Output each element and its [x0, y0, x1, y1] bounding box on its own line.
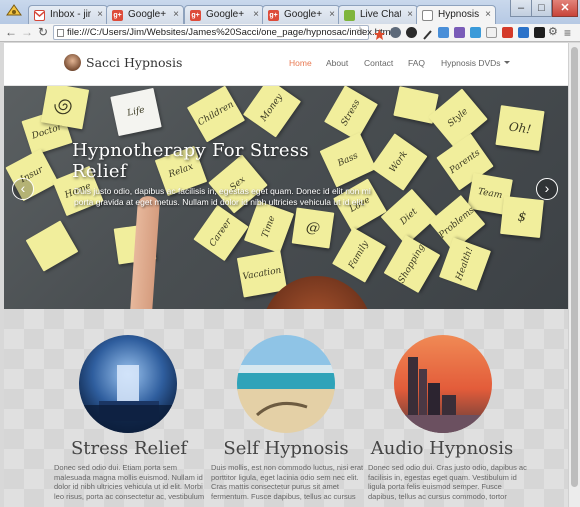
nav-about[interactable]: About — [326, 58, 348, 68]
dropper-extension-icon[interactable] — [422, 27, 433, 40]
sticky-note-blank — [25, 220, 79, 272]
reload-icon[interactable]: ↻ — [36, 25, 50, 40]
star-extension-icon[interactable] — [374, 27, 385, 40]
close-icon[interactable]: × — [253, 9, 259, 20]
nav-home[interactable]: Home — [289, 58, 312, 68]
puzzle-extension-icon[interactable] — [454, 27, 465, 38]
waterfall-image — [79, 335, 177, 433]
url-text: file:///C:/Users/Jim/Websites/James%20Sa… — [67, 27, 393, 38]
page-icon — [422, 10, 433, 21]
sticky-note: @ — [291, 207, 335, 249]
avatar[interactable] — [64, 54, 81, 71]
browser-tabstrip: Inbox - jim.sacc × g+ Google+ × g+ Googl… — [0, 0, 580, 24]
city-sunset-image — [394, 335, 492, 433]
carousel-prev-button[interactable]: ‹ — [12, 178, 34, 200]
red-extension-icon[interactable] — [502, 27, 513, 38]
window-minimize-button[interactable]: – — [510, 0, 532, 17]
forward-arrow-icon[interactable]: → — [20, 25, 34, 40]
scrollbar-thumb[interactable] — [571, 47, 578, 487]
sticky-note-spiral — [40, 86, 90, 130]
hero-carousel: Doctor Life Insur Children Money Stress … — [4, 86, 568, 309]
address-bar[interactable]: file:///C:/Users/Jim/Websites/James%20Sa… — [53, 25, 393, 40]
google-plus-icon: g+ — [268, 10, 279, 21]
window-close-button[interactable]: ✕ — [552, 0, 578, 17]
close-icon[interactable]: × — [97, 9, 103, 20]
sticky-note: Family — [332, 227, 386, 283]
close-icon[interactable]: × — [329, 9, 335, 20]
tab-google-plus-2[interactable]: g+ Google+ × — [184, 5, 264, 24]
feature-text: Donec sed odio dui. Cras justo odio, dap… — [368, 463, 527, 501]
page-extension-icon[interactable] — [486, 27, 497, 38]
page-icon — [57, 29, 64, 37]
page-scrollbar[interactable] — [568, 43, 580, 507]
tab-title: Google+ — [128, 9, 167, 20]
google-plus-icon: g+ — [112, 10, 123, 21]
raised-arm — [129, 195, 161, 309]
tab-google-plus-1[interactable]: g+ Google+ × — [106, 5, 184, 24]
bookmark-star-icon[interactable]: ☆ — [355, 24, 365, 37]
feature-text: Duis mollis, est non commodo luctus, nis… — [211, 463, 364, 501]
nav-faq[interactable]: FAQ — [408, 58, 425, 68]
tab-live-chat[interactable]: Live Chat Softw × — [338, 5, 418, 24]
feature-title: Self Hypnosis — [223, 438, 349, 459]
google-plus-icon: g+ — [190, 10, 201, 21]
sticky-note: Time — [243, 200, 295, 254]
close-icon[interactable]: × — [407, 9, 413, 20]
sticky-note: Career — [193, 204, 249, 262]
brand-name[interactable]: Sacci Hypnosis — [86, 55, 182, 70]
tab-title: Live Chat Softw — [360, 9, 401, 20]
tab-title: Inbox - jim.sacc — [50, 9, 91, 20]
gmail-icon — [34, 10, 45, 21]
nav-hypnosis-dvds[interactable]: Hypnosis DVDs — [441, 58, 510, 68]
page-viewport: Sacci Hypnosis Home About Contact FAQ Hy… — [4, 43, 568, 507]
sticky-note: Oh! — [495, 105, 545, 151]
record-extension-icon[interactable] — [406, 27, 417, 38]
sticky-note: Life — [110, 87, 162, 137]
sticky-note: $ — [500, 196, 544, 238]
close-icon[interactable]: × — [485, 9, 491, 20]
tab-title: Google+ — [284, 9, 323, 20]
window-maximize-button[interactable]: □ — [532, 0, 552, 17]
hero-title: Hypnotherapy For Stress Relief — [72, 140, 309, 182]
blue-extension-icon[interactable] — [470, 27, 481, 38]
back-arrow-icon[interactable]: ← — [4, 25, 18, 40]
sticky-note: Work — [370, 133, 428, 191]
nav-dvds-label: Hypnosis DVDs — [441, 58, 501, 68]
chat-icon — [344, 10, 355, 21]
dark-extension-icon[interactable] — [534, 27, 545, 38]
carousel-next-button[interactable]: › — [536, 178, 558, 200]
sticky-note: Health! — [439, 237, 491, 291]
hero-text: Duis justo odio, dapibus ac facilisis in… — [74, 186, 371, 207]
window-extension-icon[interactable] — [518, 27, 529, 38]
chevron-down-icon — [503, 61, 510, 64]
settings-gear-icon[interactable]: ⚙ — [548, 27, 559, 38]
sticky-note: Children — [186, 86, 246, 143]
feature-title: Stress Relief — [70, 438, 188, 459]
menu-icon[interactable]: ≡ — [564, 26, 571, 40]
feature-text: Donec sed odio dui. Etiam porta sem male… — [54, 463, 205, 501]
edit-extension-icon[interactable] — [438, 27, 449, 38]
tab-title: Google+ — [206, 9, 245, 20]
tab-google-plus-3[interactable]: g+ Google+ × — [262, 5, 340, 24]
sticky-note: Stress — [324, 86, 378, 141]
tab-inbox[interactable]: Inbox - jim.sacc × — [28, 5, 108, 24]
beach-image — [237, 335, 335, 433]
site-navbar: Sacci Hypnosis Home About Contact FAQ Hy… — [4, 43, 568, 86]
close-icon[interactable]: × — [173, 9, 179, 20]
sticky-note: Money — [242, 86, 302, 138]
gear-extension-icon[interactable] — [390, 27, 401, 38]
sticky-note: Shopping — [383, 234, 441, 294]
tab-title: Hypnosis Techn — [438, 9, 479, 20]
features-section: Stress Relief Self Hypnosis Audio Hypnos… — [4, 309, 568, 507]
nav-contact[interactable]: Contact — [364, 58, 393, 68]
chrome-app-icon[interactable] — [5, 3, 23, 19]
tab-hypnosis-active[interactable]: Hypnosis Techn × — [416, 5, 496, 24]
browser-toolbar: ← → ↻ file:///C:/Users/Jim/Websites/Jame… — [0, 24, 580, 42]
feature-title: Audio Hypnosis — [370, 438, 514, 459]
